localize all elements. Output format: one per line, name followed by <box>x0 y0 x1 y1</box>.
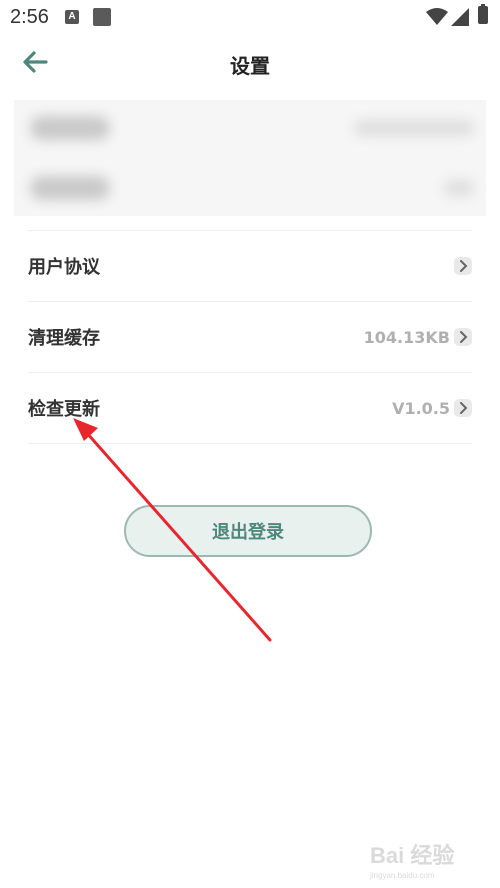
notification-a-icon: A <box>65 10 79 24</box>
settings-list: 用户协议 清理缓存 104.13KB 检查更新 V1.0.5 <box>28 230 472 444</box>
battery-icon <box>478 4 488 24</box>
watermark-text: Bai 经验 <box>370 843 455 868</box>
blurred-account-info <box>14 100 486 216</box>
settings-row-clear-cache[interactable]: 清理缓存 104.13KB <box>28 301 472 372</box>
cache-size-value: 104.13KB <box>363 327 450 347</box>
chevron-right-icon <box>454 328 472 346</box>
app-header: 设置 <box>0 40 500 84</box>
row-label: 清理缓存 <box>28 328 100 349</box>
row-label: 用户协议 <box>28 257 100 278</box>
row-label: 检查更新 <box>28 399 100 420</box>
logout-button[interactable]: 退出登录 <box>124 505 372 557</box>
settings-row-user-agreement[interactable]: 用户协议 <box>28 230 472 301</box>
page-title: 设置 <box>230 54 270 78</box>
chevron-right-icon <box>454 399 472 417</box>
notification-square-icon <box>93 8 111 26</box>
blurred-row <box>14 158 486 216</box>
blurred-row <box>14 100 486 158</box>
wifi-icon <box>426 8 448 25</box>
baidu-jingyan-watermark: Bai 经验 jingyan.baidu.com <box>370 834 480 880</box>
status-bar: 2:56 A <box>0 0 500 34</box>
signal-icon <box>451 8 469 26</box>
status-time: 2:56 <box>10 6 49 28</box>
settings-row-check-update[interactable]: 检查更新 V1.0.5 <box>28 372 472 444</box>
version-value: V1.0.5 <box>392 398 450 418</box>
watermark-sub: jingyan.baidu.com <box>370 871 435 880</box>
chevron-right-icon <box>454 257 472 275</box>
